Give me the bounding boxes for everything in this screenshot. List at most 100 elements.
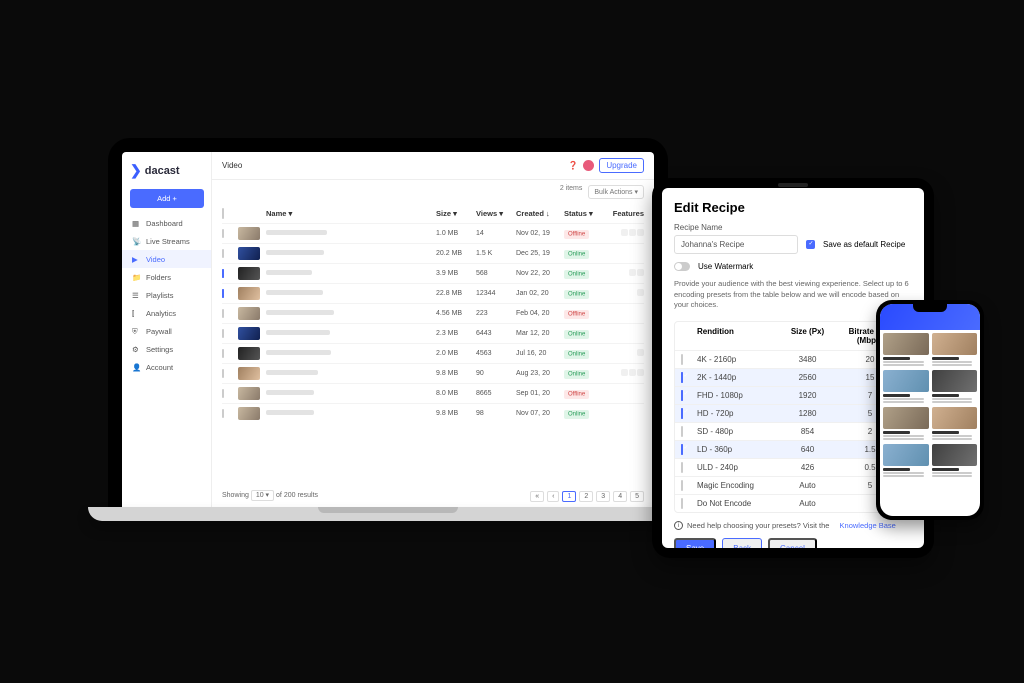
preset-col-rendition: Rendition: [697, 327, 780, 345]
video-thumbnail[interactable]: [238, 307, 260, 320]
watermark-toggle[interactable]: [674, 262, 690, 271]
upgrade-button[interactable]: Upgrade: [599, 158, 644, 173]
row-checkbox[interactable]: [222, 249, 224, 258]
col-size[interactable]: Size ▾: [436, 209, 457, 218]
save-default-checkbox[interactable]: [806, 240, 815, 249]
preset-checkbox[interactable]: [681, 444, 683, 455]
video-thumbnail[interactable]: [238, 347, 260, 360]
row-checkbox[interactable]: [222, 289, 224, 298]
sidebar-item-analytics[interactable]: ⫿Analytics: [122, 304, 211, 322]
card-text: [932, 438, 973, 440]
col-status[interactable]: Status ▾: [564, 209, 593, 218]
sidebar-item-live-streams[interactable]: 📡Live Streams: [122, 232, 211, 250]
row-checkbox[interactable]: [222, 229, 224, 238]
sidebar-item-paywall[interactable]: ⛨Paywall: [122, 322, 211, 340]
content-card[interactable]: [883, 407, 929, 441]
row-checkbox[interactable]: [222, 369, 224, 378]
preset-checkbox[interactable]: [681, 372, 683, 383]
cancel-button[interactable]: Cancel: [768, 538, 817, 549]
video-thumbnail[interactable]: [238, 267, 260, 280]
table-row[interactable]: 4.56 MB223Feb 04, 20Offline: [222, 303, 644, 323]
table-row[interactable]: 2.3 MB6443Mar 12, 20Online: [222, 323, 644, 343]
help-icon[interactable]: ❓: [568, 161, 578, 170]
feature-icon[interactable]: [629, 229, 636, 236]
row-checkbox[interactable]: [222, 409, 224, 418]
table-row[interactable]: 1.0 MB14Nov 02, 19Offline: [222, 223, 644, 243]
preset-checkbox[interactable]: [681, 480, 683, 491]
video-thumbnail[interactable]: [238, 327, 260, 340]
bulk-actions-button[interactable]: Bulk Actions ▾: [588, 185, 644, 199]
page-number[interactable]: 5: [630, 491, 644, 502]
table-row[interactable]: 8.0 MB8665Sep 01, 20Offline: [222, 383, 644, 403]
feature-icon[interactable]: [637, 269, 644, 276]
preset-checkbox[interactable]: [681, 462, 683, 473]
feature-icon[interactable]: [637, 369, 644, 376]
table-row[interactable]: 20.2 MB1.5 KDec 25, 19Online: [222, 243, 644, 263]
cell-created: Jan 02, 20: [516, 290, 564, 297]
video-thumbnail[interactable]: [238, 247, 260, 260]
table-row[interactable]: 2.0 MB4563Jul 16, 20Online: [222, 343, 644, 363]
feature-icon[interactable]: [629, 269, 636, 276]
select-all-checkbox[interactable]: [222, 208, 224, 219]
feature-icon[interactable]: [637, 349, 644, 356]
sidebar-item-folders[interactable]: 📁Folders: [122, 268, 211, 286]
content-card[interactable]: [932, 333, 978, 367]
table-row[interactable]: 9.8 MB90Aug 23, 20Online: [222, 363, 644, 383]
table-row[interactable]: 22.8 MB12344Jan 02, 20Online: [222, 283, 644, 303]
row-checkbox[interactable]: [222, 309, 224, 318]
content-card[interactable]: [883, 333, 929, 367]
status-badge: Offline: [564, 230, 589, 239]
topbar: Video ❓ Upgrade: [212, 152, 654, 180]
content-card[interactable]: [932, 370, 978, 404]
preset-checkbox[interactable]: [681, 498, 683, 509]
feature-icon[interactable]: [637, 289, 644, 296]
video-thumbnail[interactable]: [238, 227, 260, 240]
table-row[interactable]: 3.9 MB568Nov 22, 20Online: [222, 263, 644, 283]
preset-checkbox[interactable]: [681, 408, 683, 419]
knowledge-base-link[interactable]: Knowledge Base: [840, 521, 896, 530]
per-page-select[interactable]: 10 ▾: [251, 490, 274, 501]
content-card[interactable]: [883, 370, 929, 404]
page-number[interactable]: 3: [596, 491, 610, 502]
preset-checkbox[interactable]: [681, 426, 683, 437]
sidebar-item-playlists[interactable]: ☰Playlists: [122, 286, 211, 304]
page-number[interactable]: 2: [579, 491, 593, 502]
recipe-name-input[interactable]: [674, 235, 798, 254]
feature-icon[interactable]: [621, 369, 628, 376]
sidebar-item-account[interactable]: 👤Account: [122, 358, 211, 376]
content-card[interactable]: [932, 444, 978, 478]
row-checkbox[interactable]: [222, 269, 224, 278]
video-thumbnail[interactable]: [238, 387, 260, 400]
feature-icon[interactable]: [621, 229, 628, 236]
page-first[interactable]: «: [530, 491, 544, 502]
row-checkbox[interactable]: [222, 329, 224, 338]
card-text: [932, 398, 973, 400]
preset-checkbox[interactable]: [681, 354, 683, 365]
video-thumbnail[interactable]: [238, 407, 260, 420]
avatar[interactable]: [583, 160, 594, 171]
feature-icon[interactable]: [629, 369, 636, 376]
content-card[interactable]: [883, 444, 929, 478]
page-prev[interactable]: ‹: [547, 491, 559, 502]
row-checkbox[interactable]: [222, 389, 224, 398]
sidebar-item-settings[interactable]: ⚙Settings: [122, 340, 211, 358]
save-button[interactable]: Save: [674, 538, 716, 549]
sidebar-item-video[interactable]: ▶Video: [122, 250, 211, 268]
back-button[interactable]: Back: [722, 538, 762, 549]
table-row[interactable]: 9.8 MB98Nov 07, 20Online: [222, 403, 644, 423]
page-number[interactable]: 1: [562, 491, 576, 502]
preset-checkbox[interactable]: [681, 390, 683, 401]
sidebar-item-dashboard[interactable]: ▦Dashboard: [122, 214, 211, 232]
row-checkbox[interactable]: [222, 349, 224, 358]
content-card[interactable]: [932, 407, 978, 441]
feature-icon[interactable]: [637, 229, 644, 236]
col-name[interactable]: Name ▾: [266, 209, 292, 218]
add-button[interactable]: Add +: [130, 189, 204, 208]
video-thumbnail[interactable]: [238, 287, 260, 300]
watermark-label: Use Watermark: [698, 262, 753, 271]
video-thumbnail[interactable]: [238, 367, 260, 380]
col-views[interactable]: Views ▾: [476, 209, 503, 218]
page-number[interactable]: 4: [613, 491, 627, 502]
col-created[interactable]: Created ↓: [516, 209, 550, 218]
info-text: Need help choosing your presets? Visit t…: [687, 521, 829, 530]
